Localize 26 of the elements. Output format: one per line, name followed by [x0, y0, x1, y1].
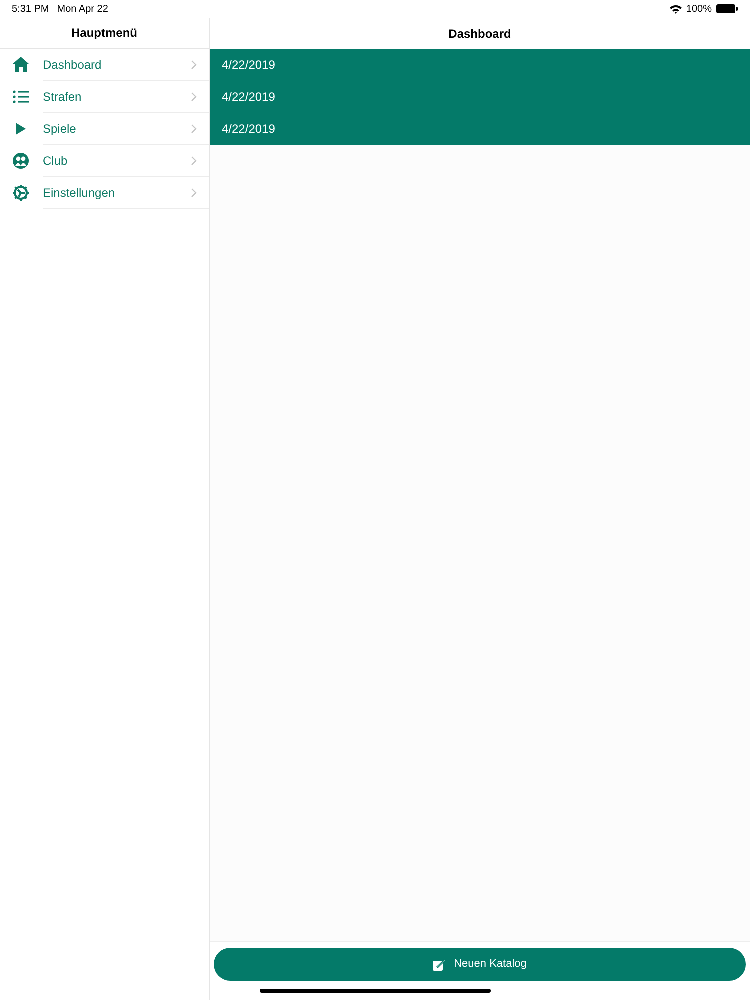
- chevron-icon: [191, 92, 197, 102]
- edit-icon: [433, 958, 446, 970]
- home-icon: [12, 56, 30, 74]
- people-icon: [12, 152, 30, 170]
- battery-percent: 100%: [686, 2, 712, 16]
- chevron-icon: [191, 156, 197, 166]
- list-icon: [12, 88, 30, 106]
- menu-item[interactable]: Einstellungen: [0, 177, 209, 209]
- chevron-icon: [191, 60, 197, 70]
- battery-icon: [716, 4, 738, 14]
- date-row[interactable]: 4/22/2019: [210, 49, 750, 81]
- menu-item[interactable]: Club: [0, 145, 209, 177]
- sidebar-title: Hauptmenü: [72, 25, 138, 42]
- status-date: Mon Apr 22: [57, 2, 108, 16]
- chevron-icon: [191, 124, 197, 134]
- page-title: Dashboard: [448, 26, 512, 42]
- date-row[interactable]: 4/22/2019: [210, 113, 750, 145]
- gear-icon: [12, 184, 30, 202]
- menu-item[interactable]: Dashboard: [0, 49, 209, 81]
- chevron-icon: [191, 188, 197, 198]
- menu-item[interactable]: Strafen: [0, 81, 209, 113]
- wifi-icon: [670, 4, 682, 14]
- status-time: 5:31 PM: [12, 2, 50, 16]
- new-catalog-button[interactable]: Neuen Katalog: [214, 948, 746, 981]
- menu-item[interactable]: Spiele: [0, 113, 209, 145]
- date-row[interactable]: 4/22/2019: [210, 81, 750, 113]
